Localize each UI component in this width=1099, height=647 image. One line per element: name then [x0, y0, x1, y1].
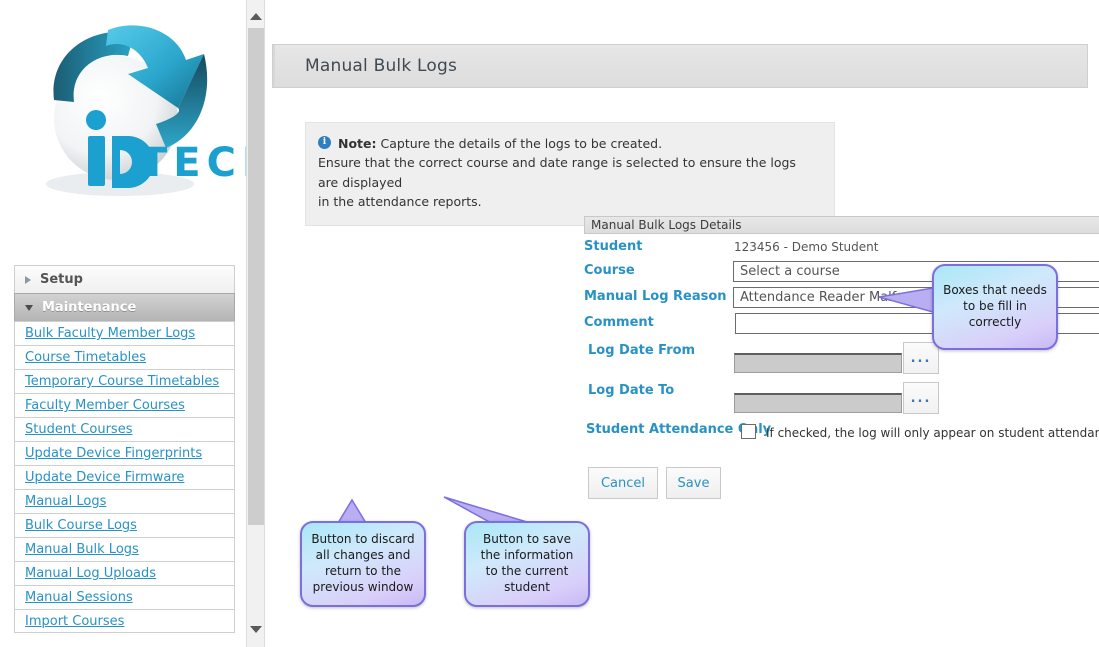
label-comment: Comment [584, 315, 654, 330]
sidebar-item-label[interactable]: Bulk Faculty Member Logs [25, 326, 195, 341]
details-section-header: Manual Bulk Logs Details [584, 216, 1099, 234]
label-log-date-to: Log Date To [588, 383, 675, 398]
sidebar-item-label[interactable]: Update Device Firmware [25, 470, 184, 485]
company-logo: TECH [8, 8, 248, 208]
save-button[interactable]: Save [666, 467, 721, 499]
svg-text:TECH: TECH [140, 140, 248, 186]
label-manual-log-reason: Manual Log Reason [584, 289, 727, 304]
left-column: TECH Setup Maintenance Bulk Faculty Memb… [0, 0, 248, 647]
page-header: Manual Bulk Logs [272, 44, 1088, 88]
note-line-3: in the attendance reports. [318, 194, 482, 210]
ellipsis-icon: ... [910, 350, 932, 366]
sidebar-item-manual-sessions[interactable]: Manual Sessions [14, 585, 235, 609]
note-box: i Note: Capture the details of the logs … [305, 122, 835, 226]
sidebar-item-label[interactable]: Import Courses [25, 614, 124, 629]
triangle-right-icon [25, 275, 31, 284]
sidebar-item-manual-bulk-logs[interactable]: Manual Bulk Logs [14, 537, 235, 561]
page-title: Manual Bulk Logs [305, 56, 458, 76]
sidebar-item-manual-log-uploads[interactable]: Manual Log Uploads [14, 561, 235, 585]
note-label: Note: [338, 136, 377, 151]
callout-save: Button to save the information to the cu… [464, 521, 590, 607]
sidebar-item-update-device-firmware[interactable]: Update Device Firmware [14, 465, 235, 489]
log-date-to-input[interactable] [734, 393, 902, 413]
callout-cancel: Button to discard all changes and return… [300, 521, 426, 607]
callout-fields: Boxes that needs to be fill in correctly [932, 264, 1058, 350]
log-date-to-picker-button[interactable]: ... [903, 382, 939, 414]
info-icon: i [318, 136, 331, 149]
sidebar-item-label[interactable]: Temporary Course Timetables [25, 374, 219, 389]
chevron-down-icon [249, 625, 262, 633]
sidebar-item-student-courses[interactable]: Student Courses [14, 417, 235, 441]
sidebar-item-bulk-faculty-member-logs[interactable]: Bulk Faculty Member Logs [14, 321, 235, 345]
sidebar-item-label[interactable]: Manual Sessions [25, 590, 133, 605]
sidebar-item-bulk-course-logs[interactable]: Bulk Course Logs [14, 513, 235, 537]
ellipsis-icon: ... [910, 390, 932, 406]
note-line-2: Ensure that the correct course and date … [318, 155, 796, 190]
label-student: Student [584, 239, 643, 254]
sidebar-item-label[interactable]: Update Device Fingerprints [25, 446, 202, 461]
sidebar-item-manual-logs[interactable]: Manual Logs [14, 489, 235, 513]
sidebar-group-maintenance[interactable]: Maintenance [14, 293, 235, 321]
chevron-up-icon [249, 12, 262, 20]
sidebar-item-label[interactable]: Manual Bulk Logs [25, 542, 139, 557]
sidebar-item-import-courses[interactable]: Import Courses [14, 609, 235, 633]
sidebar-item-label[interactable]: Bulk Course Logs [25, 518, 137, 533]
sidebar-link-list: Bulk Faculty Member Logs Course Timetable… [14, 321, 235, 633]
sidebar-item-temporary-course-timetables[interactable]: Temporary Course Timetables [14, 369, 235, 393]
sidebar-item-label[interactable]: Manual Log Uploads [25, 566, 156, 581]
triangle-down-icon [25, 304, 33, 311]
sidebar-item-label[interactable]: Student Courses [25, 422, 132, 437]
sidebar-item-course-timetables[interactable]: Course Timetables [14, 345, 235, 369]
sidebar-item-label[interactable]: Manual Logs [25, 494, 106, 509]
sidebar-nav: Setup Maintenance Bulk Faculty Member Lo… [14, 265, 235, 633]
sidebar-group-maintenance-label: Maintenance [42, 299, 137, 315]
log-date-from-input[interactable] [734, 353, 902, 373]
sidebar-item-update-device-fingerprints[interactable]: Update Device Fingerprints [14, 441, 235, 465]
scroll-down-button[interactable] [247, 619, 264, 639]
cancel-button[interactable]: Cancel [588, 467, 658, 499]
note-line-1: Capture the details of the logs to be cr… [380, 136, 663, 151]
sidebar-item-label[interactable]: Course Timetables [25, 350, 146, 365]
label-log-date-from: Log Date From [588, 343, 696, 358]
student-attendance-only-checkbox[interactable] [741, 424, 756, 439]
scrollbar-thumb[interactable] [248, 28, 264, 525]
value-student: 123456 - Demo Student [734, 240, 879, 254]
sidebar-group-setup-label: Setup [40, 271, 83, 287]
vertical-scrollbar[interactable] [246, 0, 265, 647]
sidebar-item-faculty-member-courses[interactable]: Faculty Member Courses [14, 393, 235, 417]
student-attendance-only-hint: If checked, the log will only appear on … [766, 426, 1099, 440]
log-date-from-picker-button[interactable]: ... [903, 342, 939, 374]
label-course: Course [584, 263, 635, 278]
sidebar-group-setup[interactable]: Setup [14, 265, 235, 293]
sidebar-item-label[interactable]: Faculty Member Courses [25, 398, 185, 413]
scroll-up-button[interactable] [247, 6, 264, 26]
